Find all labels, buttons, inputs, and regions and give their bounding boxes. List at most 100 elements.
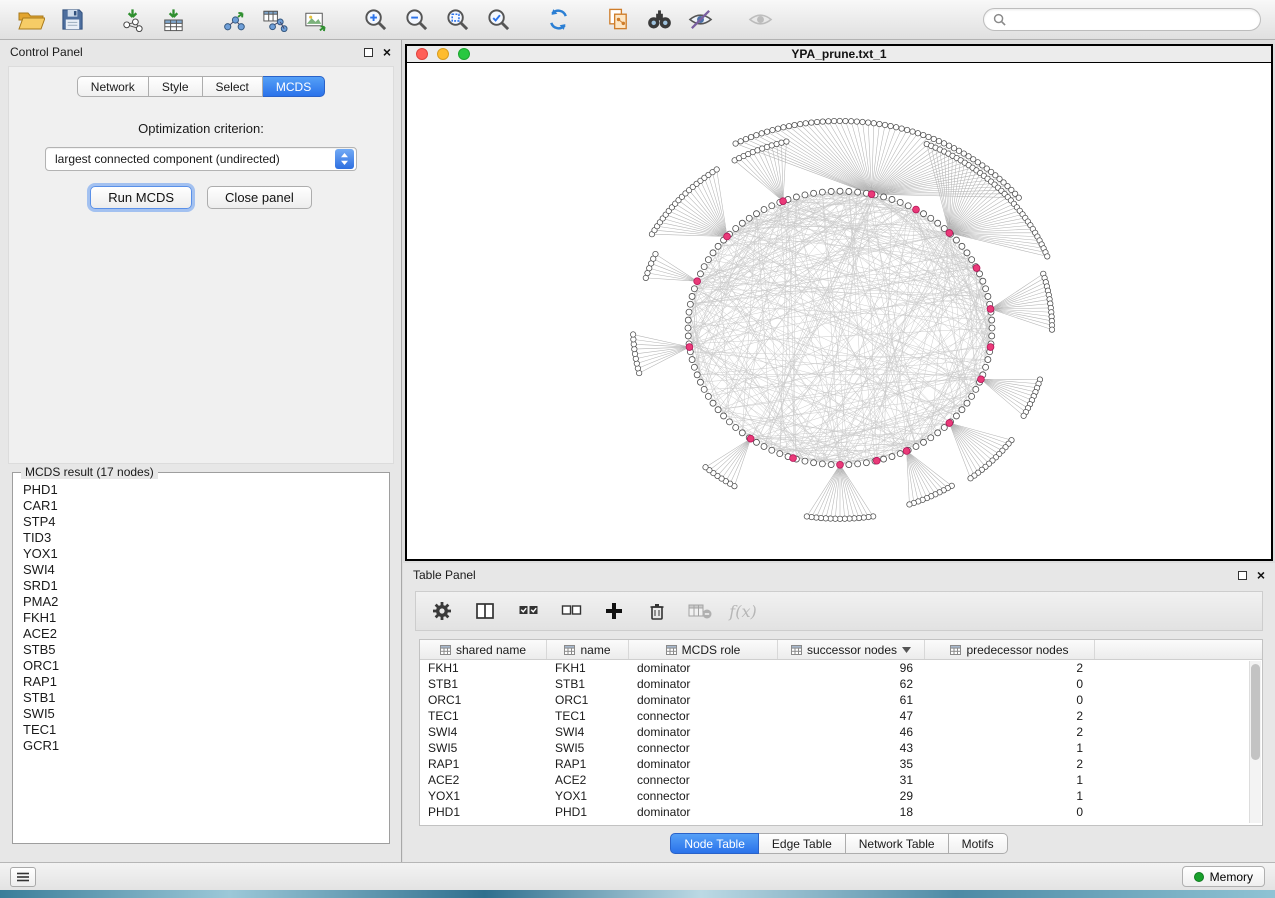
export-image-button[interactable] [298,4,332,36]
close-panel-button[interactable]: Close panel [207,186,312,209]
memory-button[interactable]: Memory [1182,866,1265,887]
deselect-all-icon [561,601,582,621]
mcds-result-item[interactable]: STB1 [23,690,389,706]
mcds-result-item[interactable]: YOX1 [23,546,389,562]
tab-select[interactable]: Select [203,76,263,97]
mcds-result-item[interactable]: PMA2 [23,594,389,610]
table-cell: 0 [925,693,1095,707]
table-row[interactable]: PHD1PHD1dominator180 [420,804,1262,820]
mcds-result-item[interactable]: TEC1 [23,722,389,738]
mcds-result-item[interactable]: ORC1 [23,658,389,674]
mcds-result-item[interactable]: CAR1 [23,498,389,514]
network-canvas[interactable] [407,63,1271,558]
tab-mcds[interactable]: MCDS [263,76,325,97]
zoom-out-button[interactable] [399,4,433,36]
delete-column-button[interactable] [645,599,669,623]
table-tab-network-table[interactable]: Network Table [846,833,949,854]
close-table-panel-icon[interactable]: × [1257,569,1265,581]
table-row[interactable]: SWI4SWI4dominator462 [420,724,1262,740]
save-button[interactable] [55,4,89,36]
mcds-result-item[interactable]: SWI5 [23,706,389,722]
select-all-button[interactable] [516,599,540,623]
float-panel-icon[interactable] [364,48,373,57]
table-tab-node-table[interactable]: Node Table [670,833,759,854]
save-icon [60,7,85,32]
table-cell: RAP1 [420,757,547,771]
deselect-all-button[interactable] [559,599,583,623]
search-box[interactable] [983,8,1261,31]
window-close-button[interactable] [416,48,428,60]
column-header-MCDS-role[interactable]: MCDS role [629,640,778,659]
export-network-button[interactable] [216,4,250,36]
table-row[interactable]: ORC1ORC1dominator610 [420,692,1262,708]
import-table-button[interactable] [156,4,190,36]
status-menu-button[interactable] [10,867,36,887]
zoom-fit-button[interactable] [440,4,474,36]
table-cell: 1 [925,789,1095,803]
status-bar: Memory [0,862,1275,890]
table-cell: 2 [925,757,1095,771]
add-column-button[interactable] [602,599,626,623]
tab-style[interactable]: Style [149,76,203,97]
function-builder-button[interactable]: f(x) [731,599,755,623]
mcds-result-item[interactable]: ACE2 [23,626,389,642]
mcds-result-item[interactable]: STB5 [23,642,389,658]
table-tab-motifs[interactable]: Motifs [949,833,1008,854]
table-cell: connector [629,789,778,803]
close-panel-icon[interactable]: × [383,46,391,58]
hide-selected-button[interactable] [683,4,717,36]
show-all-button[interactable] [743,4,777,36]
table-panel-title: Table Panel [413,568,476,582]
table-row[interactable]: SWI5SWI5connector431 [420,740,1262,756]
column-header-name[interactable]: name [547,640,629,659]
table-scrollbar[interactable] [1249,661,1261,823]
table-row[interactable]: STB1STB1dominator620 [420,676,1262,692]
table-settings-button[interactable] [430,599,454,623]
table-row[interactable]: RAP1RAP1dominator352 [420,756,1262,772]
show-columns-button[interactable] [473,599,497,623]
table-cell: ORC1 [547,693,629,707]
memory-status-dot [1194,872,1204,882]
table-row[interactable]: ACE2ACE2connector311 [420,772,1262,788]
export-table-button[interactable] [257,4,291,36]
table-row[interactable]: YOX1YOX1connector291 [420,788,1262,804]
column-header-successor-nodes[interactable]: successor nodes [778,640,925,659]
mcds-result-item[interactable]: SWI4 [23,562,389,578]
zoom-selected-button[interactable] [481,4,515,36]
float-table-panel-icon[interactable] [1238,571,1247,580]
tab-network[interactable]: Network [77,76,149,97]
copy-share-button[interactable] [601,4,635,36]
node-table: shared namenameMCDS rolesuccessor nodesp… [419,639,1263,826]
table-tab-edge-table[interactable]: Edge Table [759,833,846,854]
mcds-result-list: PHD1CAR1STP4TID3YOX1SWI4SRD1PMA2FKH1ACE2… [13,473,389,754]
mcds-result-item[interactable]: STP4 [23,514,389,530]
window-zoom-button[interactable] [458,48,470,60]
window-minimize-button[interactable] [437,48,449,60]
criterion-dropdown[interactable]: largest connected component (undirected) [45,147,357,171]
mcds-result-item[interactable]: GCR1 [23,738,389,754]
delete-table-button[interactable] [688,599,712,623]
import-network-button[interactable] [115,4,149,36]
table-cell: 0 [925,805,1095,819]
column-header-predecessor-nodes[interactable]: predecessor nodes [925,640,1095,659]
table-cell: 96 [778,661,925,675]
table-row[interactable]: FKH1FKH1dominator962 [420,660,1262,676]
mcds-result-item[interactable]: TID3 [23,530,389,546]
table-row[interactable]: TEC1TEC1connector472 [420,708,1262,724]
mcds-result-item[interactable]: FKH1 [23,610,389,626]
open-file-button[interactable] [14,4,48,36]
search-input[interactable] [1012,13,1251,27]
zoom-selected-icon [486,7,511,32]
mcds-result-item[interactable]: PHD1 [23,482,389,498]
column-header-shared-name[interactable]: shared name [420,640,547,659]
mcds-result-item[interactable]: RAP1 [23,674,389,690]
table-scrollbar-thumb[interactable] [1251,664,1260,760]
run-mcds-button[interactable]: Run MCDS [90,186,192,209]
zoom-in-button[interactable] [358,4,392,36]
table-cell: dominator [629,677,778,691]
mcds-result-item[interactable]: SRD1 [23,578,389,594]
search-neighbors-button[interactable] [642,4,676,36]
network-window-titlebar[interactable]: YPA_prune.txt_1 [407,46,1271,63]
table-cell: 46 [778,725,925,739]
refresh-button[interactable] [541,4,575,36]
